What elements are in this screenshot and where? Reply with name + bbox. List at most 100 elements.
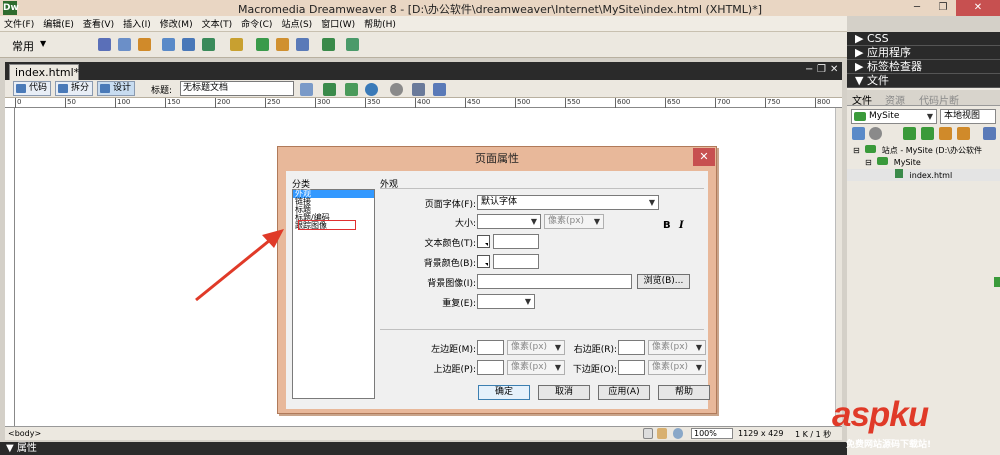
repeat-select[interactable]: ▼: [477, 294, 535, 309]
site-select[interactable]: MySite ▼: [851, 109, 937, 124]
window-size[interactable]: 1129 x 429: [738, 429, 783, 438]
refresh-files-icon[interactable]: [869, 127, 882, 140]
menu-commands[interactable]: 命令(C): [241, 17, 272, 30]
select-tool-icon[interactable]: [643, 428, 653, 439]
no-browser-check-icon[interactable]: [300, 83, 313, 96]
get-files-icon[interactable]: [903, 127, 916, 140]
menu-view[interactable]: 查看(V): [83, 17, 114, 30]
preview-browser-icon[interactable]: [345, 83, 358, 96]
tab-assets[interactable]: 资源: [885, 92, 905, 107]
check-in-icon[interactable]: [957, 127, 970, 140]
tab-files[interactable]: 文件: [852, 92, 872, 107]
insert-category-dropdown[interactable]: 常用: [12, 38, 34, 54]
left-margin-input[interactable]: [477, 340, 504, 355]
file-management-icon[interactable]: [323, 83, 336, 96]
bottom-margin-input[interactable]: [618, 360, 645, 375]
tree-item-mysite-folder[interactable]: ⊟ MySite: [847, 157, 1000, 169]
named-anchor-icon[interactable]: [138, 38, 151, 51]
bg-color-input[interactable]: [493, 254, 539, 269]
menu-modify[interactable]: 修改(M): [160, 17, 193, 30]
right-margin-unit-select[interactable]: 像素(px) ▼: [648, 340, 706, 355]
document-title-input[interactable]: 无标题文档: [180, 81, 294, 96]
menu-insert[interactable]: 插入(I): [123, 17, 151, 30]
menu-file[interactable]: 文件(F): [4, 17, 34, 30]
dialog-close-button[interactable]: ✕: [693, 148, 715, 166]
size-select[interactable]: ▼: [477, 214, 541, 229]
minimize-button[interactable]: ─: [904, 0, 930, 16]
panel-application[interactable]: ▶ 应用程序: [847, 46, 1000, 60]
apply-button[interactable]: 应用(A): [598, 385, 650, 400]
tab-snippets[interactable]: 代码片断: [919, 92, 959, 107]
menu-help[interactable]: 帮助(H): [364, 17, 396, 30]
split-view-button[interactable]: 拆分: [55, 81, 94, 96]
cancel-button[interactable]: 取消: [538, 385, 590, 400]
split-view-icon: [58, 84, 68, 93]
bg-image-input[interactable]: [477, 274, 632, 289]
put-files-icon[interactable]: [921, 127, 934, 140]
right-margin-input[interactable]: [618, 340, 645, 355]
canvas-scrollbar[interactable]: [835, 108, 842, 426]
close-window-button[interactable]: ✕: [956, 0, 1000, 16]
media-icon[interactable]: [230, 38, 243, 51]
properties-panel-header[interactable]: ▼ 属性: [0, 442, 847, 455]
comment-icon[interactable]: [296, 38, 309, 51]
check-out-icon[interactable]: [939, 127, 952, 140]
tree-item-index-html[interactable]: index.html: [847, 169, 1000, 181]
tag-selector[interactable]: <body>: [8, 429, 41, 438]
text-color-input[interactable]: [493, 234, 539, 249]
size-unit-select[interactable]: 像素(px) ▼: [544, 214, 604, 229]
globe-icon[interactable]: [365, 83, 378, 96]
image-icon[interactable]: [202, 38, 215, 51]
restore-button[interactable]: ❐: [930, 0, 956, 16]
connect-icon[interactable]: [852, 127, 865, 140]
visual-aids-icon[interactable]: [433, 83, 446, 96]
ruler-label: 150: [167, 98, 181, 106]
server-include-icon[interactable]: [276, 38, 289, 51]
view-select[interactable]: 本地视图: [940, 109, 996, 124]
browse-button[interactable]: 浏览(B)...: [637, 274, 690, 289]
text-color-picker[interactable]: [477, 235, 490, 248]
chevron-down-icon[interactable]: ▼: [40, 39, 46, 48]
layer-icon[interactable]: [182, 38, 195, 51]
menu-window[interactable]: 窗口(W): [321, 17, 355, 30]
head-tag-icon[interactable]: [322, 38, 335, 51]
expand-icon[interactable]: [983, 127, 996, 140]
bg-color-picker[interactable]: [477, 255, 490, 268]
page-font-select[interactable]: 默认字体 ▼: [477, 195, 659, 210]
template-icon[interactable]: [346, 38, 359, 51]
bottom-margin-unit-select[interactable]: 像素(px) ▼: [648, 360, 706, 375]
panel-tag-inspector[interactable]: ▶ 标签检查器: [847, 60, 1000, 74]
italic-button[interactable]: I: [679, 220, 684, 231]
insert-bar: 常用 ▼: [0, 32, 847, 58]
bold-button[interactable]: B: [663, 220, 671, 231]
code-view-button[interactable]: 代码: [13, 81, 52, 96]
design-view-button[interactable]: 设计: [97, 81, 136, 96]
hyperlink-icon[interactable]: [98, 38, 111, 51]
top-margin-input[interactable]: [477, 360, 504, 375]
menu-site[interactable]: 站点(S): [281, 17, 312, 30]
menu-text[interactable]: 文本(T): [202, 17, 233, 30]
minimize-doc-icon[interactable]: −: [805, 64, 813, 75]
top-margin-unit-select[interactable]: 像素(px) ▼: [507, 360, 565, 375]
close-doc-icon[interactable]: ✕: [830, 64, 838, 75]
collapse-toggle-icon[interactable]: ⊟: [853, 146, 860, 155]
view-options-icon[interactable]: [412, 83, 425, 96]
email-link-icon[interactable]: [118, 38, 131, 51]
tab-index-html[interactable]: index.html*: [9, 64, 79, 80]
panel-collapse-handle[interactable]: [994, 277, 1000, 287]
refresh-icon[interactable]: [390, 83, 403, 96]
restore-doc-icon[interactable]: ❐: [817, 64, 826, 75]
help-button[interactable]: 帮助: [658, 385, 710, 400]
table-icon[interactable]: [162, 38, 175, 51]
panel-files[interactable]: ▼ 文件: [847, 74, 1000, 88]
date-icon[interactable]: [256, 38, 269, 51]
menu-edit[interactable]: 编辑(E): [43, 17, 74, 30]
tree-item-site-root[interactable]: ⊟ 站点 - MySite (D:\办公软件: [847, 145, 1000, 157]
left-margin-unit-select[interactable]: 像素(px) ▼: [507, 340, 565, 355]
zoom-tool-icon[interactable]: [673, 428, 683, 439]
hand-tool-icon[interactable]: [657, 428, 667, 439]
zoom-select[interactable]: 100%: [691, 428, 733, 439]
collapse-toggle-icon[interactable]: ⊟: [865, 158, 872, 167]
panel-css[interactable]: ▶ CSS: [847, 32, 1000, 46]
ok-button[interactable]: 确定: [478, 385, 530, 400]
